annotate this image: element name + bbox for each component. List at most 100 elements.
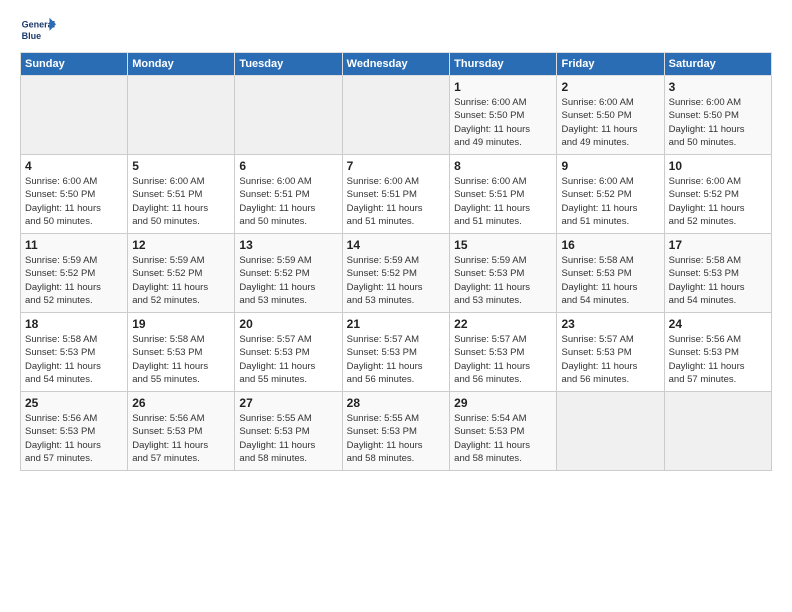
day-number: 6 xyxy=(239,159,337,173)
day-number: 8 xyxy=(454,159,552,173)
empty-cell xyxy=(664,392,771,471)
day-of-week-header: Sunday xyxy=(21,53,128,76)
day-number: 12 xyxy=(132,238,230,252)
day-number: 24 xyxy=(669,317,767,331)
day-info: Sunrise: 5:56 AM Sunset: 5:53 PM Dayligh… xyxy=(132,412,230,465)
calendar-day-cell: 2 Sunrise: 6:00 AM Sunset: 5:50 PM Daylig… xyxy=(557,76,664,155)
day-info: Sunrise: 5:58 AM Sunset: 5:53 PM Dayligh… xyxy=(561,254,659,307)
day-info: Sunrise: 5:59 AM Sunset: 5:52 PM Dayligh… xyxy=(239,254,337,307)
day-info: Sunrise: 5:58 AM Sunset: 5:53 PM Dayligh… xyxy=(25,333,123,386)
calendar-day-cell: 13 Sunrise: 5:59 AM Sunset: 5:52 PM Dayli… xyxy=(235,234,342,313)
day-of-week-header: Wednesday xyxy=(342,53,449,76)
calendar-day-cell: 10 Sunrise: 6:00 AM Sunset: 5:52 PM Dayli… xyxy=(664,155,771,234)
calendar-table: SundayMondayTuesdayWednesdayThursdayFrid… xyxy=(20,52,772,471)
calendar-day-cell: 29 Sunrise: 5:54 AM Sunset: 5:53 PM Dayli… xyxy=(450,392,557,471)
calendar-day-cell: 15 Sunrise: 5:59 AM Sunset: 5:53 PM Dayli… xyxy=(450,234,557,313)
calendar-day-cell: 3 Sunrise: 6:00 AM Sunset: 5:50 PM Daylig… xyxy=(664,76,771,155)
calendar-day-cell: 12 Sunrise: 5:59 AM Sunset: 5:52 PM Dayli… xyxy=(128,234,235,313)
day-number: 9 xyxy=(561,159,659,173)
calendar-day-cell: 25 Sunrise: 5:56 AM Sunset: 5:53 PM Dayli… xyxy=(21,392,128,471)
day-number: 2 xyxy=(561,80,659,94)
day-info: Sunrise: 5:57 AM Sunset: 5:53 PM Dayligh… xyxy=(347,333,445,386)
day-of-week-header: Thursday xyxy=(450,53,557,76)
day-number: 5 xyxy=(132,159,230,173)
day-info: Sunrise: 5:57 AM Sunset: 5:53 PM Dayligh… xyxy=(454,333,552,386)
day-number: 27 xyxy=(239,396,337,410)
day-number: 14 xyxy=(347,238,445,252)
calendar-day-cell: 23 Sunrise: 5:57 AM Sunset: 5:53 PM Dayli… xyxy=(557,313,664,392)
day-info: Sunrise: 5:59 AM Sunset: 5:53 PM Dayligh… xyxy=(454,254,552,307)
general-blue-logo-icon: General Blue xyxy=(20,16,56,44)
empty-cell xyxy=(342,76,449,155)
calendar-day-cell: 26 Sunrise: 5:56 AM Sunset: 5:53 PM Dayli… xyxy=(128,392,235,471)
calendar-day-cell: 1 Sunrise: 6:00 AM Sunset: 5:50 PM Daylig… xyxy=(450,76,557,155)
day-info: Sunrise: 6:00 AM Sunset: 5:50 PM Dayligh… xyxy=(454,96,552,149)
day-of-week-header: Saturday xyxy=(664,53,771,76)
day-number: 25 xyxy=(25,396,123,410)
calendar-day-cell: 16 Sunrise: 5:58 AM Sunset: 5:53 PM Dayli… xyxy=(557,234,664,313)
day-number: 1 xyxy=(454,80,552,94)
day-of-week-header: Tuesday xyxy=(235,53,342,76)
day-info: Sunrise: 5:58 AM Sunset: 5:53 PM Dayligh… xyxy=(669,254,767,307)
calendar-day-cell: 6 Sunrise: 6:00 AM Sunset: 5:51 PM Daylig… xyxy=(235,155,342,234)
day-info: Sunrise: 6:00 AM Sunset: 5:52 PM Dayligh… xyxy=(561,175,659,228)
calendar-day-cell: 20 Sunrise: 5:57 AM Sunset: 5:53 PM Dayli… xyxy=(235,313,342,392)
svg-text:Blue: Blue xyxy=(22,31,42,41)
calendar-day-cell: 24 Sunrise: 5:56 AM Sunset: 5:53 PM Dayli… xyxy=(664,313,771,392)
calendar-day-cell: 19Sunrise: 5:58 AM Sunset: 5:53 PM Dayli… xyxy=(128,313,235,392)
day-number: 13 xyxy=(239,238,337,252)
day-info: Sunrise: 6:00 AM Sunset: 5:51 PM Dayligh… xyxy=(347,175,445,228)
calendar-day-cell: 18 Sunrise: 5:58 AM Sunset: 5:53 PM Dayli… xyxy=(21,313,128,392)
day-info: Sunrise: 6:00 AM Sunset: 5:51 PM Dayligh… xyxy=(454,175,552,228)
day-number: 21 xyxy=(347,317,445,331)
day-info: Sunrise: 6:00 AM Sunset: 5:51 PM Dayligh… xyxy=(239,175,337,228)
calendar-day-cell: 28Sunrise: 5:55 AM Sunset: 5:53 PM Dayli… xyxy=(342,392,449,471)
day-info: Sunrise: 5:59 AM Sunset: 5:52 PM Dayligh… xyxy=(347,254,445,307)
day-info: Sunrise: 6:00 AM Sunset: 5:50 PM Dayligh… xyxy=(561,96,659,149)
logo: General Blue xyxy=(20,16,56,44)
day-info: Sunrise: 5:54 AM Sunset: 5:53 PM Dayligh… xyxy=(454,412,552,465)
day-number: 3 xyxy=(669,80,767,94)
day-info: Sunrise: 5:55 AM Sunset: 5:53 PM Dayligh… xyxy=(347,412,445,465)
day-number: 17 xyxy=(669,238,767,252)
day-info: Sunrise: 5:56 AM Sunset: 5:53 PM Dayligh… xyxy=(25,412,123,465)
calendar-day-cell: 11Sunrise: 5:59 AM Sunset: 5:52 PM Dayli… xyxy=(21,234,128,313)
day-number: 20 xyxy=(239,317,337,331)
day-info: Sunrise: 5:57 AM Sunset: 5:53 PM Dayligh… xyxy=(561,333,659,386)
day-of-week-header: Monday xyxy=(128,53,235,76)
calendar-day-cell: 9 Sunrise: 6:00 AM Sunset: 5:52 PM Daylig… xyxy=(557,155,664,234)
day-number: 7 xyxy=(347,159,445,173)
day-number: 26 xyxy=(132,396,230,410)
day-info: Sunrise: 5:55 AM Sunset: 5:53 PM Dayligh… xyxy=(239,412,337,465)
day-info: Sunrise: 5:56 AM Sunset: 5:53 PM Dayligh… xyxy=(669,333,767,386)
day-info: Sunrise: 6:00 AM Sunset: 5:51 PM Dayligh… xyxy=(132,175,230,228)
calendar-day-cell: 5 Sunrise: 6:00 AM Sunset: 5:51 PM Daylig… xyxy=(128,155,235,234)
calendar-day-cell: 27 Sunrise: 5:55 AM Sunset: 5:53 PM Dayli… xyxy=(235,392,342,471)
empty-cell xyxy=(557,392,664,471)
empty-cell xyxy=(235,76,342,155)
calendar-day-cell: 22 Sunrise: 5:57 AM Sunset: 5:53 PM Dayli… xyxy=(450,313,557,392)
day-info: Sunrise: 5:57 AM Sunset: 5:53 PM Dayligh… xyxy=(239,333,337,386)
calendar-day-cell: 17 Sunrise: 5:58 AM Sunset: 5:53 PM Dayli… xyxy=(664,234,771,313)
day-number: 10 xyxy=(669,159,767,173)
day-info: Sunrise: 6:00 AM Sunset: 5:50 PM Dayligh… xyxy=(669,96,767,149)
empty-cell xyxy=(21,76,128,155)
day-number: 29 xyxy=(454,396,552,410)
day-info: Sunrise: 6:00 AM Sunset: 5:52 PM Dayligh… xyxy=(669,175,767,228)
day-number: 18 xyxy=(25,317,123,331)
day-number: 15 xyxy=(454,238,552,252)
empty-cell xyxy=(128,76,235,155)
day-of-week-header: Friday xyxy=(557,53,664,76)
calendar-day-cell: 21 Sunrise: 5:57 AM Sunset: 5:53 PM Dayli… xyxy=(342,313,449,392)
day-info: Sunrise: 5:59 AM Sunset: 5:52 PM Dayligh… xyxy=(25,254,123,307)
day-info: Sunrise: 5:59 AM Sunset: 5:52 PM Dayligh… xyxy=(132,254,230,307)
calendar-day-cell: 8 Sunrise: 6:00 AM Sunset: 5:51 PM Daylig… xyxy=(450,155,557,234)
day-number: 16 xyxy=(561,238,659,252)
day-info: Sunrise: 6:00 AM Sunset: 5:50 PM Dayligh… xyxy=(25,175,123,228)
day-number: 22 xyxy=(454,317,552,331)
day-number: 19 xyxy=(132,317,230,331)
day-number: 23 xyxy=(561,317,659,331)
day-number: 4 xyxy=(25,159,123,173)
calendar-day-cell: 14 Sunrise: 5:59 AM Sunset: 5:52 PM Dayli… xyxy=(342,234,449,313)
calendar-day-cell: 7 Sunrise: 6:00 AM Sunset: 5:51 PM Daylig… xyxy=(342,155,449,234)
